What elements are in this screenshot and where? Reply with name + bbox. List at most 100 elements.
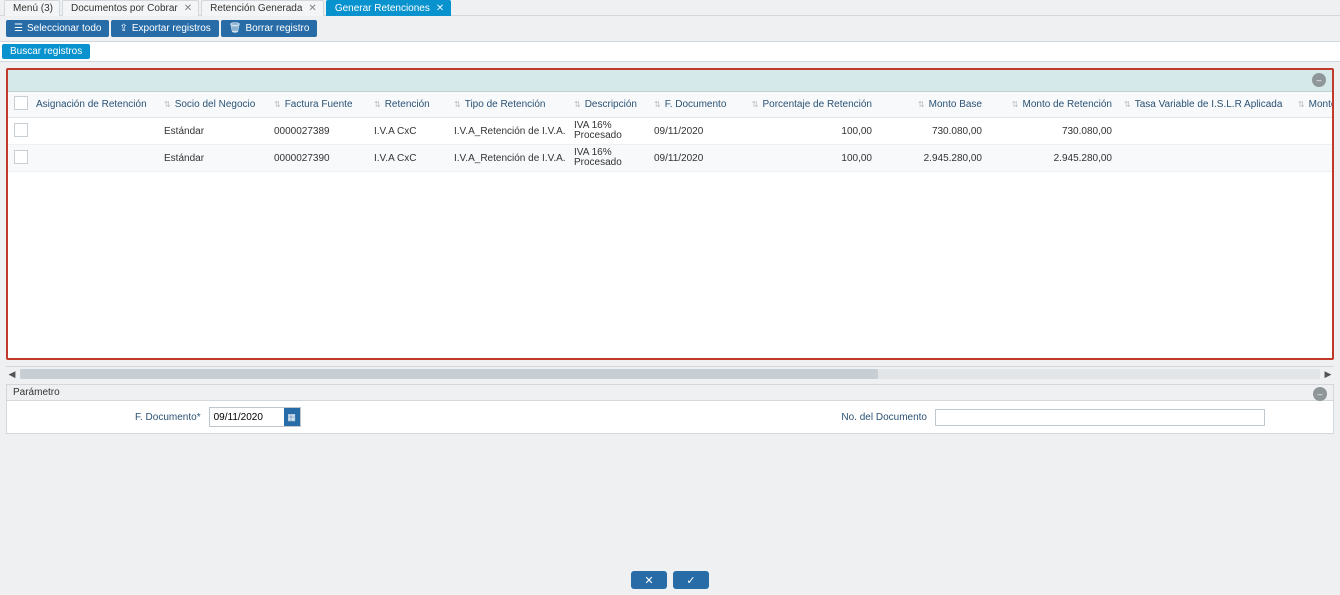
cell-fdoc: 09/11/2020 [648,145,738,172]
col-checkbox [8,92,30,118]
fdocumento-label: F. Documento* [135,412,201,423]
sort-icon: ⇅ [1298,100,1305,109]
ok-button[interactable]: ✓ [673,571,709,589]
cell-descripcion: IVA 16% Procesado [568,145,648,172]
col-socio[interactable]: ⇅Socio del Negocio [158,92,268,118]
tab-label: Generar Retenciones [335,3,430,14]
cell-tipo: I.V.A_Retención de I.V.A. [448,118,568,145]
trash-icon: 🗑 [229,24,242,34]
col-factura[interactable]: ⇅Factura Fuente [268,92,368,118]
search-bar: Buscar registros [0,41,1340,62]
col-monto-base[interactable]: ⇅Monto Base [878,92,988,118]
tab-menu[interactable]: Menú (3) [4,0,60,16]
col-tasa[interactable]: ⇅Tasa Variable de I.S.L.R Aplicada [1118,92,1288,118]
cell-retencion: I.V.A CxC [368,145,448,172]
check-icon: ✓ [686,574,695,587]
sort-icon: ⇅ [274,100,281,109]
search-tab-label: Buscar registros [10,46,82,57]
tab-retencion-generada[interactable]: Retención Generada ✕ [201,0,324,16]
close-icon: ✕ [644,574,653,587]
calendar-icon[interactable]: ▦ [284,408,300,426]
col-retencion[interactable]: ⇅Retención [368,92,448,118]
field-docno: No. del Documento [841,407,1265,427]
footer-actions: ✕ ✓ [0,571,1340,589]
sort-icon: ⇅ [1012,100,1019,109]
cell-socio: Estándar [158,118,268,145]
scroll-track[interactable] [20,369,1320,379]
row-checkbox[interactable] [14,150,28,164]
scroll-thumb[interactable] [20,369,878,379]
button-label: Exportar registros [132,23,211,34]
close-icon[interactable]: ✕ [436,3,444,14]
collapse-icon[interactable]: – [1313,387,1327,401]
header-checkbox[interactable] [14,96,28,110]
horizontal-scrollbar[interactable]: ◀ ▶ [6,366,1334,380]
tab-generar-retenciones[interactable]: Generar Retenciones ✕ [326,0,451,16]
cell-monto-base: 2.945.280,00 [878,145,988,172]
filter-row: – [8,70,1332,92]
col-fdocumento[interactable]: ⇅F. Documento [648,92,738,118]
toolbar: ☰ Seleccionar todo ⇪ Exportar registros … [0,16,1340,41]
sort-icon: ⇅ [574,100,581,109]
parameter-form: F. Documento* ▦ No. del Documento [6,401,1334,434]
col-tipo[interactable]: ⇅Tipo de Retención [448,92,568,118]
list-icon: ☰ [14,24,23,34]
button-label: Seleccionar todo [27,23,102,34]
col-monto-base-c[interactable]: ⇅Monto Base C [1288,92,1332,118]
cell-asignacion [30,118,158,145]
row-checkbox[interactable] [14,123,28,137]
cancel-button[interactable]: ✕ [631,571,667,589]
sort-icon: ⇅ [752,100,759,109]
cell-monto-base: 730.080,00 [878,118,988,145]
tab-bar: Menú (3) Documentos por Cobrar ✕ Retenci… [0,0,1340,16]
cell-fdoc: 09/11/2020 [648,118,738,145]
sort-icon: ⇅ [1124,100,1131,109]
fdocumento-input[interactable] [210,410,284,425]
tab-documentos-por-cobrar[interactable]: Documentos por Cobrar ✕ [62,0,199,16]
tab-label: Documentos por Cobrar [71,3,178,14]
close-icon[interactable]: ✕ [308,3,316,14]
cell-descripcion: IVA 16% Procesado [568,118,648,145]
sort-icon: ⇅ [164,100,171,109]
tab-label: Retención Generada [210,3,302,14]
sort-icon: ⇅ [918,100,925,109]
table-row[interactable]: Estándar0000027390I.V.A CxCI.V.A_Retenci… [8,145,1332,172]
parameter-title: Parámetro [13,387,60,398]
col-porcentaje[interactable]: ⇅Porcentaje de Retención [738,92,878,118]
scroll-left-icon[interactable]: ◀ [6,368,18,380]
search-tab[interactable]: Buscar registros [2,44,90,59]
cell-retencion: I.V.A CxC [368,118,448,145]
collapse-icon[interactable]: – [1312,73,1326,87]
sort-icon: ⇅ [654,100,661,109]
fdocumento-input-wrap: ▦ [209,407,301,427]
col-asignacion[interactable]: Asignación de Retención [30,92,158,118]
tab-label: Menú (3) [13,3,53,14]
col-descripcion[interactable]: ⇅Descripción [568,92,648,118]
cell-tipo: I.V.A_Retención de I.V.A. [448,145,568,172]
export-icon: ⇪ [119,24,127,34]
sort-icon: ⇅ [454,100,461,109]
sort-icon: ⇅ [374,100,381,109]
cell-socio: Estándar [158,145,268,172]
button-label: Borrar registro [245,23,309,34]
cell-monto-base-c [1288,118,1332,145]
cell-factura: 0000027390 [268,145,368,172]
field-fdocumento: F. Documento* ▦ [135,407,301,427]
cell-factura: 0000027389 [268,118,368,145]
docno-input[interactable] [935,409,1265,426]
close-icon[interactable]: ✕ [184,3,192,14]
select-all-button[interactable]: ☰ Seleccionar todo [6,20,109,37]
cell-tasa [1118,145,1288,172]
results-panel: – Asignación de Reten [6,68,1334,360]
results-grid[interactable]: Asignación de Retención ⇅Socio del Negoc… [8,92,1332,358]
table-header-row: Asignación de Retención ⇅Socio del Negoc… [8,92,1332,118]
delete-button[interactable]: 🗑 Borrar registro [221,20,318,37]
cell-asignacion [30,145,158,172]
table-row[interactable]: Estándar0000027389I.V.A CxCI.V.A_Retenci… [8,118,1332,145]
scroll-right-icon[interactable]: ▶ [1322,368,1334,380]
export-button[interactable]: ⇪ Exportar registros [111,20,218,37]
results-table: Asignación de Retención ⇅Socio del Negoc… [8,92,1332,172]
cell-monto-base-c [1288,145,1332,172]
col-monto-retencion[interactable]: ⇅Monto de Retención [988,92,1118,118]
cell-porcentaje: 100,00 [738,145,878,172]
